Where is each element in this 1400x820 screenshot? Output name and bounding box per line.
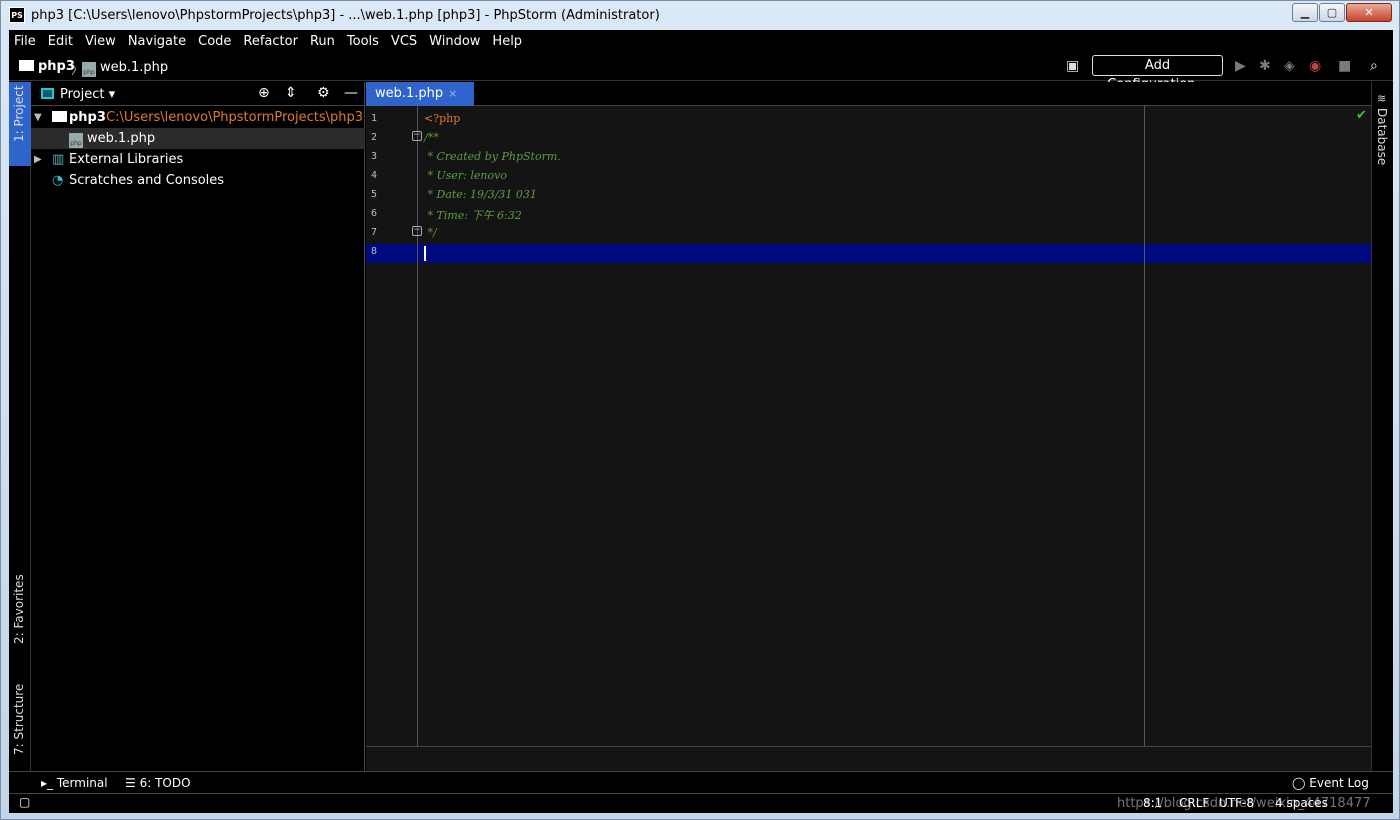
database-icon: ≋ — [1377, 92, 1387, 105]
library-icon: ▥ — [52, 152, 65, 167]
event-log-tab[interactable]: ◯ Event Log — [1292, 776, 1369, 790]
menu-edit[interactable]: Edit — [48, 34, 73, 49]
phpstorm-logo-icon: PS — [9, 7, 25, 23]
line-number: 4 — [371, 170, 378, 181]
line-number: 7 — [371, 227, 378, 238]
window-title: php3 [C:\Users\lenovo\PhpstormProjects\p… — [31, 8, 660, 23]
run-icon[interactable]: ▶ — [1235, 58, 1246, 74]
code-line: * Date: 19/3/31 031 — [424, 188, 537, 201]
tree-node-scratches[interactable]: ◔ Scratches and Consoles — [31, 170, 365, 191]
tree-node-project-root[interactable]: ▼ php3 C:\Users\lenovo\PhpstormProjects\… — [31, 107, 365, 128]
hide-icon[interactable]: — — [344, 85, 358, 101]
tool-tab-structure[interactable]: 7: Structure — [9, 675, 31, 760]
breadcrumb-file[interactable]: php web.1.php — [82, 59, 168, 77]
event-log-icon: ◯ — [1292, 776, 1306, 790]
maximize-button[interactable]: ▢ — [1319, 3, 1345, 22]
project-panel-header: Project ▾ ⊕ ⇕ ⚙ — — [31, 82, 365, 106]
close-window-button[interactable]: ✕ — [1346, 3, 1392, 22]
menu-refactor[interactable]: Refactor — [243, 34, 298, 49]
tool-tab-project[interactable]: 1: Project — [9, 82, 31, 166]
menu-file[interactable]: File — [14, 34, 36, 49]
project-view-icon — [41, 88, 54, 99]
tree-node-web-php[interactable]: php web.1.php — [31, 128, 365, 149]
right-tool-strip: ≋ Database — [1371, 82, 1393, 771]
project-path: C:\Users\lenovo\PhpstormProjects\php3 — [106, 110, 364, 125]
right-margin-guide — [1144, 106, 1145, 746]
add-configuration-button[interactable]: Add Configuration... — [1092, 55, 1223, 92]
line-number: 3 — [371, 151, 378, 162]
code-line: * Time: 下午 6:32 — [424, 209, 522, 222]
line-number: 1 — [371, 113, 378, 124]
code-line: * User: lenovo — [424, 169, 507, 182]
tool-tab-favorites[interactable]: 2: Favorites — [9, 574, 31, 667]
toggle-tool-windows-icon[interactable]: ▢ — [19, 795, 30, 809]
line-number: 8 — [371, 246, 378, 257]
code-editor[interactable]: web.1.php × 1 2 3 4 5 6 7 8 − − <?php /**… — [366, 82, 1371, 771]
todo-list-icon: ☰ — [125, 776, 136, 790]
tool-tab-database[interactable]: Database — [1372, 108, 1394, 168]
code-line: /** — [424, 131, 439, 144]
breadcrumb-project[interactable]: php3 — [19, 59, 75, 74]
terminal-toolbar-icon[interactable]: ▣ — [1066, 58, 1079, 74]
menu-navigate[interactable]: Navigate — [128, 34, 186, 49]
ide-frame: File Edit View Navigate Code Refactor Ru… — [9, 30, 1393, 813]
expanded-arrow-icon: ▼ — [34, 112, 42, 123]
navigation-bar: php3 〉 phpweb.1.php ▣ Add Configuration.… — [9, 52, 1393, 92]
menu-bar: File Edit View Navigate Code Refactor Ru… — [9, 30, 1393, 52]
editor-tab-web-php[interactable]: web.1.php × — [366, 82, 474, 106]
collapse-all-icon[interactable]: ⇕ — [285, 85, 297, 101]
php-file-icon: php — [69, 128, 87, 149]
collapsed-arrow-icon: ▶ — [34, 154, 42, 165]
left-tool-strip: 1: Project 2: Favorites 7: Structure — [9, 82, 31, 771]
fold-open-icon[interactable]: − — [412, 131, 422, 141]
folder-icon — [19, 60, 34, 71]
current-line-highlight — [366, 244, 1371, 263]
menu-view[interactable]: View — [85, 34, 116, 49]
code-line: <?php — [424, 112, 461, 125]
terminal-icon: ▸_ — [41, 776, 54, 790]
menu-vcs[interactable]: VCS — [391, 34, 417, 49]
editor-tab-bar: web.1.php × — [366, 82, 1371, 106]
menu-help[interactable]: Help — [492, 34, 522, 49]
status-bar: ▢ 8:1 CRLF UTF-8 4 spaces https://blog.c… — [9, 793, 1393, 813]
ide-window: PS php3 [C:\Users\lenovo\PhpstormProject… — [0, 0, 1400, 820]
menu-run[interactable]: Run — [310, 34, 335, 49]
profile-icon[interactable]: ◉ — [1309, 58, 1321, 74]
line-number: 5 — [371, 189, 378, 200]
coverage-icon[interactable]: ◈ — [1284, 58, 1295, 74]
php-file-icon: php — [82, 62, 96, 77]
line-number: 6 — [371, 208, 378, 219]
terminal-tab[interactable]: ▸_ Terminal — [41, 776, 108, 790]
inspection-ok-icon[interactable]: ✔ — [1356, 108, 1367, 123]
close-tab-icon[interactable]: × — [448, 87, 457, 100]
project-panel: Project ▾ ⊕ ⇕ ⚙ — ▼ php3 C:\Users\lenovo… — [31, 82, 365, 771]
bottom-tool-strip: ▸_ Terminal ☰ 6: TODO ◯ Event Log — [9, 771, 1393, 793]
text-cursor — [424, 246, 426, 261]
tree-node-external-libraries[interactable]: ▶ ▥ External Libraries — [31, 149, 365, 170]
gear-icon[interactable]: ⚙ — [317, 85, 330, 101]
search-icon[interactable]: ⌕ — [1370, 58, 1378, 74]
todo-tab[interactable]: ☰ 6: TODO — [125, 776, 191, 790]
watermark-url: https://blog.csdn.net/weixin_44718477 — [1117, 796, 1371, 811]
line-number-gutter — [366, 106, 418, 746]
project-view-dropdown[interactable]: Project ▾ — [60, 87, 115, 102]
title-bar: PS php3 [C:\Users\lenovo\PhpstormProject… — [1, 1, 1400, 30]
menu-tools[interactable]: Tools — [347, 34, 379, 49]
code-line: * Created by PhpStorm. — [424, 150, 561, 163]
code-line: */ — [424, 226, 437, 239]
stop-icon[interactable]: ■ — [1338, 58, 1351, 74]
fold-close-icon[interactable]: − — [412, 226, 422, 236]
locate-icon[interactable]: ⊕ — [258, 85, 270, 101]
scratches-icon: ◔ — [52, 173, 64, 188]
debug-icon[interactable]: ✱ — [1259, 58, 1271, 74]
menu-window[interactable]: Window — [429, 34, 480, 49]
line-number: 2 — [371, 132, 378, 143]
menu-code[interactable]: Code — [198, 34, 231, 49]
editor-bottom-area — [366, 746, 1371, 771]
minimize-button[interactable]: ▁ — [1292, 3, 1318, 22]
